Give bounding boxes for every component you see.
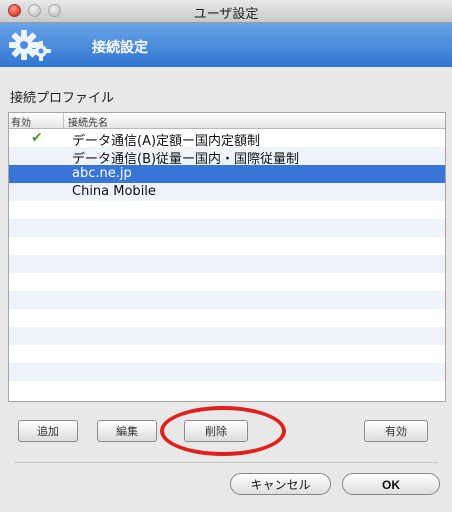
empty-row	[9, 381, 445, 399]
profile-table[interactable]: 有効 接続先名 ✔ データ通信(A)定額ー国内定額制 データ通信(B)従量ー国内・国…	[8, 112, 446, 402]
edit-button[interactable]: 編集	[97, 420, 157, 442]
table-body: ✔ データ通信(A)定額ー国内定額制 データ通信(B)従量ー国内・国際従量制 abc.…	[9, 129, 445, 399]
column-divider	[63, 113, 64, 128]
table-row[interactable]: データ通信(B)従量ー国内・国際従量制	[9, 147, 445, 167]
table-header: 有効 接続先名	[9, 113, 445, 129]
user-settings-window: ユーザ設定 接続設定 接続プロファイル 有効 接続先名 ✔ データ通信(A)定額…	[0, 0, 452, 512]
table-row[interactable]: abc.ne.jp	[9, 165, 445, 183]
ok-button[interactable]: OK	[342, 473, 440, 495]
add-button[interactable]: 追加	[18, 420, 78, 442]
empty-row	[9, 219, 445, 237]
window-title: ユーザ設定	[193, 7, 259, 22]
column-header-enabled[interactable]: 有効	[11, 114, 31, 129]
header-title: 接続設定	[92, 40, 148, 56]
column-header-name[interactable]: 接続先名	[68, 114, 108, 129]
empty-row	[9, 255, 445, 273]
empty-row	[9, 237, 445, 255]
empty-row	[9, 363, 445, 381]
empty-row	[9, 291, 445, 309]
checkmark-icon: ✔	[31, 130, 43, 146]
title-bar[interactable]: ユーザ設定	[0, 0, 452, 23]
highlight-circle	[160, 406, 286, 456]
divider	[14, 462, 438, 463]
empty-row	[9, 309, 445, 327]
profile-name: China Mobile	[72, 184, 156, 199]
table-row[interactable]: ✔ データ通信(A)定額ー国内定額制	[9, 129, 445, 149]
empty-row	[9, 327, 445, 345]
table-row[interactable]: China Mobile	[9, 183, 445, 201]
empty-row	[9, 201, 445, 219]
enable-button[interactable]: 有効	[364, 420, 428, 442]
empty-row	[9, 273, 445, 291]
gear-icon	[9, 30, 51, 61]
empty-row	[9, 345, 445, 363]
header-banner: 接続設定	[0, 23, 452, 67]
profile-name: abc.ne.jp	[72, 166, 132, 181]
section-label: 接続プロファイル	[10, 91, 115, 106]
cancel-button[interactable]: キャンセル	[230, 473, 331, 495]
